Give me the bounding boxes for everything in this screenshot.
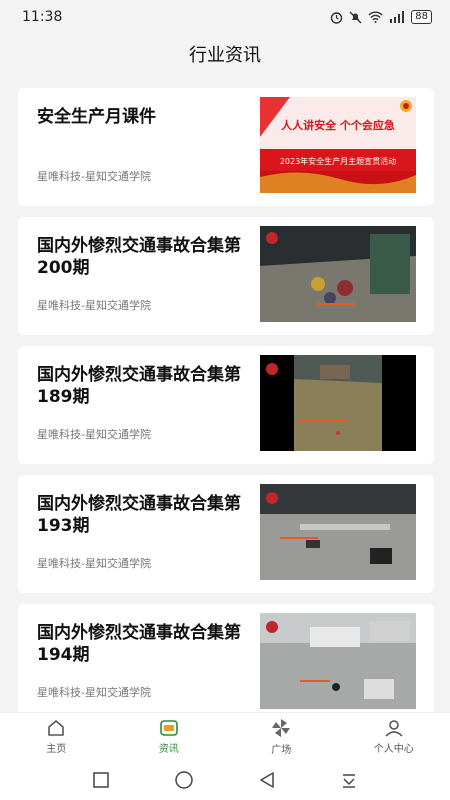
article-thumbnail: 人人讲安全 个个会应急 2023年安全生产月主题宣贯活动: [260, 97, 416, 193]
article-card[interactable]: 国内外惨烈交通事故合集第193期 星唯科技-星知交通学院: [18, 475, 434, 593]
nav-plaza-label: 广场: [271, 744, 292, 756]
article-thumbnail: [260, 484, 416, 580]
article-source: 星唯科技-星知交通学院: [37, 299, 151, 312]
article-title: 国内外惨烈交通事故合集第189期: [37, 365, 241, 407]
system-nav: [0, 760, 450, 800]
signal-icon: [390, 11, 405, 23]
article-title: 国内外惨烈交通事故合集第193期: [37, 494, 241, 536]
battery-icon: 88: [411, 10, 432, 24]
article-card[interactable]: 安全生产月课件 星唯科技-星知交通学院 人人讲安全 个个会应急 2023年安全生…: [18, 88, 434, 206]
mute-icon: [349, 11, 362, 23]
alarm-icon: [331, 11, 343, 24]
bottom-nav: 主页 资讯 广场 个人中心: [0, 712, 450, 760]
article-source: 星唯科技-星知交通学院: [37, 170, 151, 183]
status-bar: 11:38 88: [0, 0, 450, 34]
article-source: 星唯科技-星知交通学院: [37, 428, 151, 441]
home-circle-icon[interactable]: [174, 770, 194, 790]
status-time: 11:38: [22, 9, 63, 25]
article-source: 星唯科技-星知交通学院: [37, 686, 151, 699]
pinwheel-icon: [272, 718, 291, 737]
user-icon: [385, 719, 403, 737]
article-card[interactable]: 国内外惨烈交通事故合集第200期 星唯科技-星知交通学院: [18, 217, 434, 335]
article-source: 星唯科技-星知交通学院: [37, 557, 151, 570]
nav-news-label: 资讯: [158, 743, 179, 755]
nav-plaza[interactable]: 广场: [225, 713, 338, 760]
article-card[interactable]: 国内外惨烈交通事故合集第189期 星唯科技-星知交通学院: [18, 346, 434, 464]
recents-icon[interactable]: [92, 771, 110, 789]
article-card[interactable]: 国内外惨烈交通事故合集第194期 星唯科技-星知交通学院: [18, 604, 434, 722]
article-title: 国内外惨烈交通事故合集第194期: [37, 623, 241, 665]
article-list: 安全生产月课件 星唯科技-星知交通学院 人人讲安全 个个会应急 2023年安全生…: [18, 88, 434, 733]
article-title: 国内外惨烈交通事故合集第200期: [37, 236, 241, 278]
back-icon[interactable]: [258, 771, 276, 789]
dropdown-icon[interactable]: [340, 771, 358, 789]
status-icons: 88: [330, 10, 432, 24]
nav-profile[interactable]: 个人中心: [338, 713, 450, 760]
nav-home[interactable]: 主页: [0, 713, 113, 760]
home-icon: [48, 719, 65, 736]
banner-main-text: 人人讲安全 个个会应急: [281, 118, 395, 132]
news-icon: [159, 719, 178, 736]
article-thumbnail: [260, 613, 416, 709]
page-title: 行业资讯: [0, 34, 450, 74]
banner-sub-text: 2023年安全生产月主题宣贯活动: [280, 156, 396, 166]
article-thumbnail: [260, 226, 416, 322]
nav-news[interactable]: 资讯: [113, 713, 226, 760]
nav-profile-label: 个人中心: [373, 743, 414, 755]
article-thumbnail: [260, 355, 416, 451]
page-title-text: 行业资讯: [189, 45, 261, 66]
article-title: 安全生产月课件: [37, 107, 156, 127]
wifi-icon: [368, 11, 383, 23]
nav-home-label: 主页: [46, 743, 67, 755]
